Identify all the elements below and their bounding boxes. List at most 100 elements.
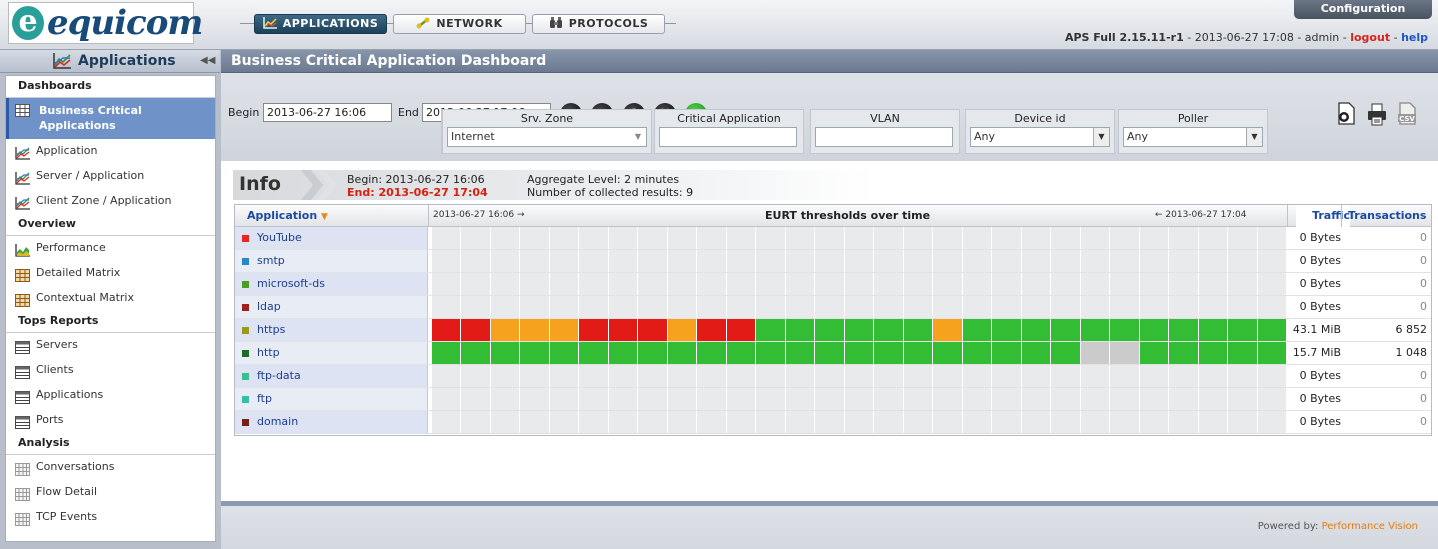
eurt-cell[interactable]: [726, 342, 757, 364]
table-row[interactable]: smtp 0 Bytes 0: [235, 250, 1431, 273]
eurt-cell[interactable]: [1021, 342, 1052, 364]
col-transactions-header[interactable]: Transactions: [1348, 205, 1426, 226]
table-row[interactable]: ftp 0 Bytes 0: [235, 388, 1431, 411]
eurt-cell[interactable]: [903, 319, 934, 341]
col-application-header[interactable]: Application ▼: [247, 205, 328, 226]
eurt-cell[interactable]: [579, 342, 609, 364]
sidebar-item-performance[interactable]: Performance: [6, 236, 215, 261]
sidebar-item-detailed-matrix[interactable]: Detailed Matrix: [6, 261, 215, 286]
filter-select[interactable]: Any ▼: [970, 127, 1110, 147]
eurt-cell[interactable]: [1139, 342, 1170, 364]
eurt-cell[interactable]: [874, 319, 904, 341]
tab-protocols[interactable]: PROTOCOLS: [532, 14, 665, 34]
eurt-cell[interactable]: [1051, 342, 1081, 364]
eurt-cell[interactable]: [1080, 342, 1111, 364]
eurt-cell[interactable]: [608, 319, 639, 341]
sidebar-item-tcp-events[interactable]: TCP Events: [6, 505, 215, 530]
eurt-cell[interactable]: [933, 319, 963, 341]
eurt-cell[interactable]: [638, 342, 668, 364]
eurt-cell[interactable]: [1169, 319, 1199, 341]
eurt-cell[interactable]: [549, 342, 580, 364]
eurt-cell[interactable]: [579, 319, 609, 341]
table-row[interactable]: ftp-data 0 Bytes 0: [235, 365, 1431, 388]
eurt-cell[interactable]: [461, 342, 491, 364]
table-row[interactable]: http 15.7 MiB 1 048: [235, 342, 1431, 365]
eurt-cell[interactable]: [697, 319, 727, 341]
sidebar-item-clients[interactable]: Clients: [6, 358, 215, 383]
eurt-cell[interactable]: [1021, 319, 1052, 341]
application-link[interactable]: ftp-data: [257, 365, 301, 387]
application-link[interactable]: ftp: [257, 388, 272, 410]
eurt-cell[interactable]: [608, 342, 639, 364]
filter-text-input[interactable]: [659, 127, 797, 147]
powered-by-link[interactable]: Performance Vision: [1322, 521, 1418, 532]
eurt-cell[interactable]: [785, 342, 816, 364]
eurt-cell[interactable]: [756, 319, 786, 341]
help-link[interactable]: help: [1401, 31, 1428, 44]
sidebar-item-client-zone-application[interactable]: Client Zone / Application: [6, 189, 215, 214]
eurt-cell[interactable]: [1228, 319, 1258, 341]
eurt-cell[interactable]: [520, 319, 550, 341]
application-link[interactable]: ldap: [257, 296, 281, 318]
table-row[interactable]: https 43.1 MiB 6 852: [235, 319, 1431, 342]
eurt-cell[interactable]: [638, 319, 668, 341]
sidebar-item-conversations[interactable]: Conversations: [6, 455, 215, 480]
eurt-cell[interactable]: [520, 342, 550, 364]
application-link[interactable]: http: [257, 342, 280, 364]
eurt-cell[interactable]: [1257, 342, 1287, 364]
eurt-cell[interactable]: [962, 342, 993, 364]
eurt-cell[interactable]: [844, 342, 875, 364]
filter-select[interactable]: Any ▼: [1123, 127, 1263, 147]
tab-network[interactable]: NETWORK: [393, 14, 526, 34]
sidebar-item-ports[interactable]: Ports: [6, 408, 215, 433]
eurt-cell[interactable]: [1080, 319, 1111, 341]
chevron-down-icon[interactable]: ▼: [1093, 128, 1109, 146]
eurt-cell[interactable]: [1228, 342, 1258, 364]
eurt-cell[interactable]: [1257, 319, 1287, 341]
eurt-cell[interactable]: [962, 319, 993, 341]
eurt-cell[interactable]: [756, 342, 786, 364]
logout-link[interactable]: logout: [1350, 31, 1390, 44]
eurt-cell[interactable]: [933, 342, 963, 364]
eurt-cell[interactable]: [667, 319, 698, 341]
eurt-cell[interactable]: [461, 319, 491, 341]
table-row[interactable]: microsoft-ds 0 Bytes 0: [235, 273, 1431, 296]
eurt-cell[interactable]: [785, 319, 816, 341]
eurt-cell[interactable]: [667, 342, 698, 364]
eurt-cell[interactable]: [903, 342, 934, 364]
eurt-cell[interactable]: [1198, 319, 1229, 341]
eurt-cell[interactable]: [844, 319, 875, 341]
application-link[interactable]: domain: [257, 411, 298, 433]
eurt-cell[interactable]: [874, 342, 904, 364]
eurt-cell[interactable]: [1110, 319, 1140, 341]
application-link[interactable]: microsoft-ds: [257, 273, 325, 295]
eurt-cell[interactable]: [726, 319, 757, 341]
eurt-cell[interactable]: [490, 319, 521, 341]
sidebar-item-flow-detail[interactable]: Flow Detail: [6, 480, 215, 505]
begin-date-input[interactable]: 2013-06-27 16:06: [263, 103, 392, 122]
eurt-cell[interactable]: [432, 319, 462, 341]
table-row[interactable]: ldap 0 Bytes 0: [235, 296, 1431, 319]
application-link[interactable]: YouTube: [257, 227, 302, 249]
csv-export-icon[interactable]: CSV: [1397, 102, 1417, 126]
eurt-cell[interactable]: [815, 319, 845, 341]
configuration-button[interactable]: Configuration: [1294, 0, 1432, 19]
table-row[interactable]: domain 0 Bytes 0: [235, 411, 1431, 434]
eurt-cell[interactable]: [1169, 342, 1199, 364]
eurt-cell[interactable]: [697, 342, 727, 364]
sidebar-item-applications[interactable]: Applications: [6, 383, 215, 408]
sidebar-item-application[interactable]: Application: [6, 139, 215, 164]
logo[interactable]: e equicom: [8, 2, 203, 44]
eurt-cell[interactable]: [1198, 342, 1229, 364]
eurt-cell[interactable]: [549, 319, 580, 341]
eurt-cell[interactable]: [992, 342, 1022, 364]
eurt-cell[interactable]: [992, 319, 1022, 341]
sidebar-item-servers[interactable]: Servers: [6, 333, 215, 358]
eurt-cell[interactable]: [815, 342, 845, 364]
eurt-cell[interactable]: [490, 342, 521, 364]
chevron-down-icon[interactable]: ▼: [630, 128, 646, 146]
sidebar-item-contextual-matrix[interactable]: Contextual Matrix: [6, 286, 215, 311]
eurt-cell[interactable]: [1139, 319, 1170, 341]
collapse-sidebar-icon[interactable]: ◀◀: [200, 56, 215, 66]
print-icon[interactable]: [1367, 102, 1387, 126]
